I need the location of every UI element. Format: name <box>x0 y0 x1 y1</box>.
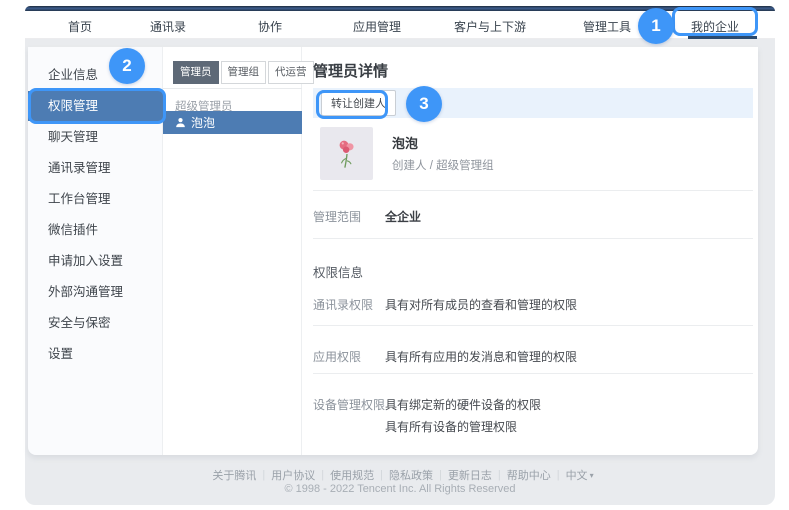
nav-item-admin-tools[interactable]: 管理工具 <box>583 18 631 35</box>
permission-value: 具有绑定新的硬件设备的权限 <box>385 395 541 416</box>
nav-item-my-company[interactable]: 我的企业 <box>691 18 739 35</box>
nav-item-collaboration[interactable]: 协作 <box>258 18 282 35</box>
step-badge-2: 2 <box>109 48 145 84</box>
permissions-section-title: 权限信息 <box>313 262 363 281</box>
step-badge-3: 3 <box>406 86 442 122</box>
footer-language-select[interactable]: 中文 <box>566 467 588 483</box>
footer-separator: | <box>557 469 560 481</box>
permission-value: 具有所有设备的管理权限 <box>385 417 517 438</box>
divider <box>313 190 753 191</box>
footer-separator: | <box>498 469 501 481</box>
nav-item-contacts[interactable]: 通讯录 <box>150 18 186 35</box>
sidebar-item-permission-management[interactable]: 权限管理 <box>28 91 163 121</box>
permission-value: 具有对所有成员的查看和管理的权限 <box>385 295 577 316</box>
admin-type-tabs: 管理员 管理组 代运营 + <box>173 61 328 84</box>
footer-link-privacy-policy[interactable]: 隐私政策 <box>389 467 433 483</box>
page-title: 管理员详情 <box>313 60 388 81</box>
tab-admin-groups[interactable]: 管理组 <box>221 61 267 84</box>
sidebar-item-settings[interactable]: 设置 <box>28 339 163 369</box>
admin-member-name: 泡泡 <box>191 114 215 131</box>
flower-icon <box>330 135 364 173</box>
avatar <box>320 127 373 180</box>
footer-link-about-tencent[interactable]: 关于腾讯 <box>212 467 256 483</box>
divider <box>313 238 753 239</box>
divider <box>313 325 753 326</box>
sidebar-item-workbench-management[interactable]: 工作台管理 <box>28 184 163 214</box>
footer-link-user-agreement[interactable]: 用户协议 <box>271 467 315 483</box>
permission-label: 设备管理权限 <box>313 395 385 416</box>
nav-item-home[interactable]: 首页 <box>68 18 92 35</box>
footer-separator: | <box>380 469 383 481</box>
admin-list-item-paopao[interactable]: 泡泡 <box>163 111 302 134</box>
permission-value: 具有所有应用的发消息和管理的权限 <box>385 347 577 368</box>
nav-item-customers-upstream-downstream[interactable]: 客户与上下游 <box>454 18 526 35</box>
transfer-creator-button[interactable]: 转让创建人 <box>321 90 396 116</box>
sidebar-item-wechat-plugin[interactable]: 微信插件 <box>28 215 163 245</box>
sidebar-item-external-communication[interactable]: 外部沟通管理 <box>28 277 163 307</box>
footer-link-help-center[interactable]: 帮助中心 <box>507 467 551 483</box>
divider <box>313 373 753 374</box>
scope-value: 全企业 <box>385 207 421 228</box>
sidebar-item-contacts-management[interactable]: 通讯录管理 <box>28 153 163 183</box>
sidebar-item-chat-management[interactable]: 聊天管理 <box>28 122 163 152</box>
permission-label: 通讯录权限 <box>313 295 373 316</box>
permission-label: 应用权限 <box>313 347 361 368</box>
profile-name: 泡泡 <box>392 133 418 152</box>
footer-link-changelog[interactable]: 更新日志 <box>448 467 492 483</box>
profile-role: 创建人 / 超级管理组 <box>392 157 494 173</box>
tab-agent-operations[interactable]: 代运营 <box>268 61 314 84</box>
nav-item-app-management[interactable]: 应用管理 <box>353 18 401 35</box>
action-bar: 转让创建人 <box>313 88 753 118</box>
footer-separator: | <box>439 469 442 481</box>
step-badge-1: 1 <box>638 8 674 44</box>
scope-label: 管理范围 <box>313 207 361 228</box>
copyright-text: © 1998 - 2022 Tencent Inc. All Rights Re… <box>25 483 775 495</box>
footer-separator: | <box>262 469 265 481</box>
caret-down-icon[interactable]: ▾ <box>590 471 594 480</box>
user-icon <box>175 117 186 128</box>
sidebar-item-security-privacy[interactable]: 安全与保密 <box>28 308 163 338</box>
tabs-divider <box>163 88 302 89</box>
footer-links: 关于腾讯 | 用户协议 | 使用规范 | 隐私政策 | 更新日志 | 帮助中心 … <box>25 467 775 483</box>
footer-link-usage-rules[interactable]: 使用规范 <box>330 467 374 483</box>
sidebar-item-join-settings[interactable]: 申请加入设置 <box>28 246 163 276</box>
footer-separator: | <box>321 469 324 481</box>
app-window: 首页 通讯录 协作 应用管理 客户与上下游 管理工具 我的企业 企业信息 权限管… <box>25 6 775 505</box>
tab-admins[interactable]: 管理员 <box>173 61 219 84</box>
